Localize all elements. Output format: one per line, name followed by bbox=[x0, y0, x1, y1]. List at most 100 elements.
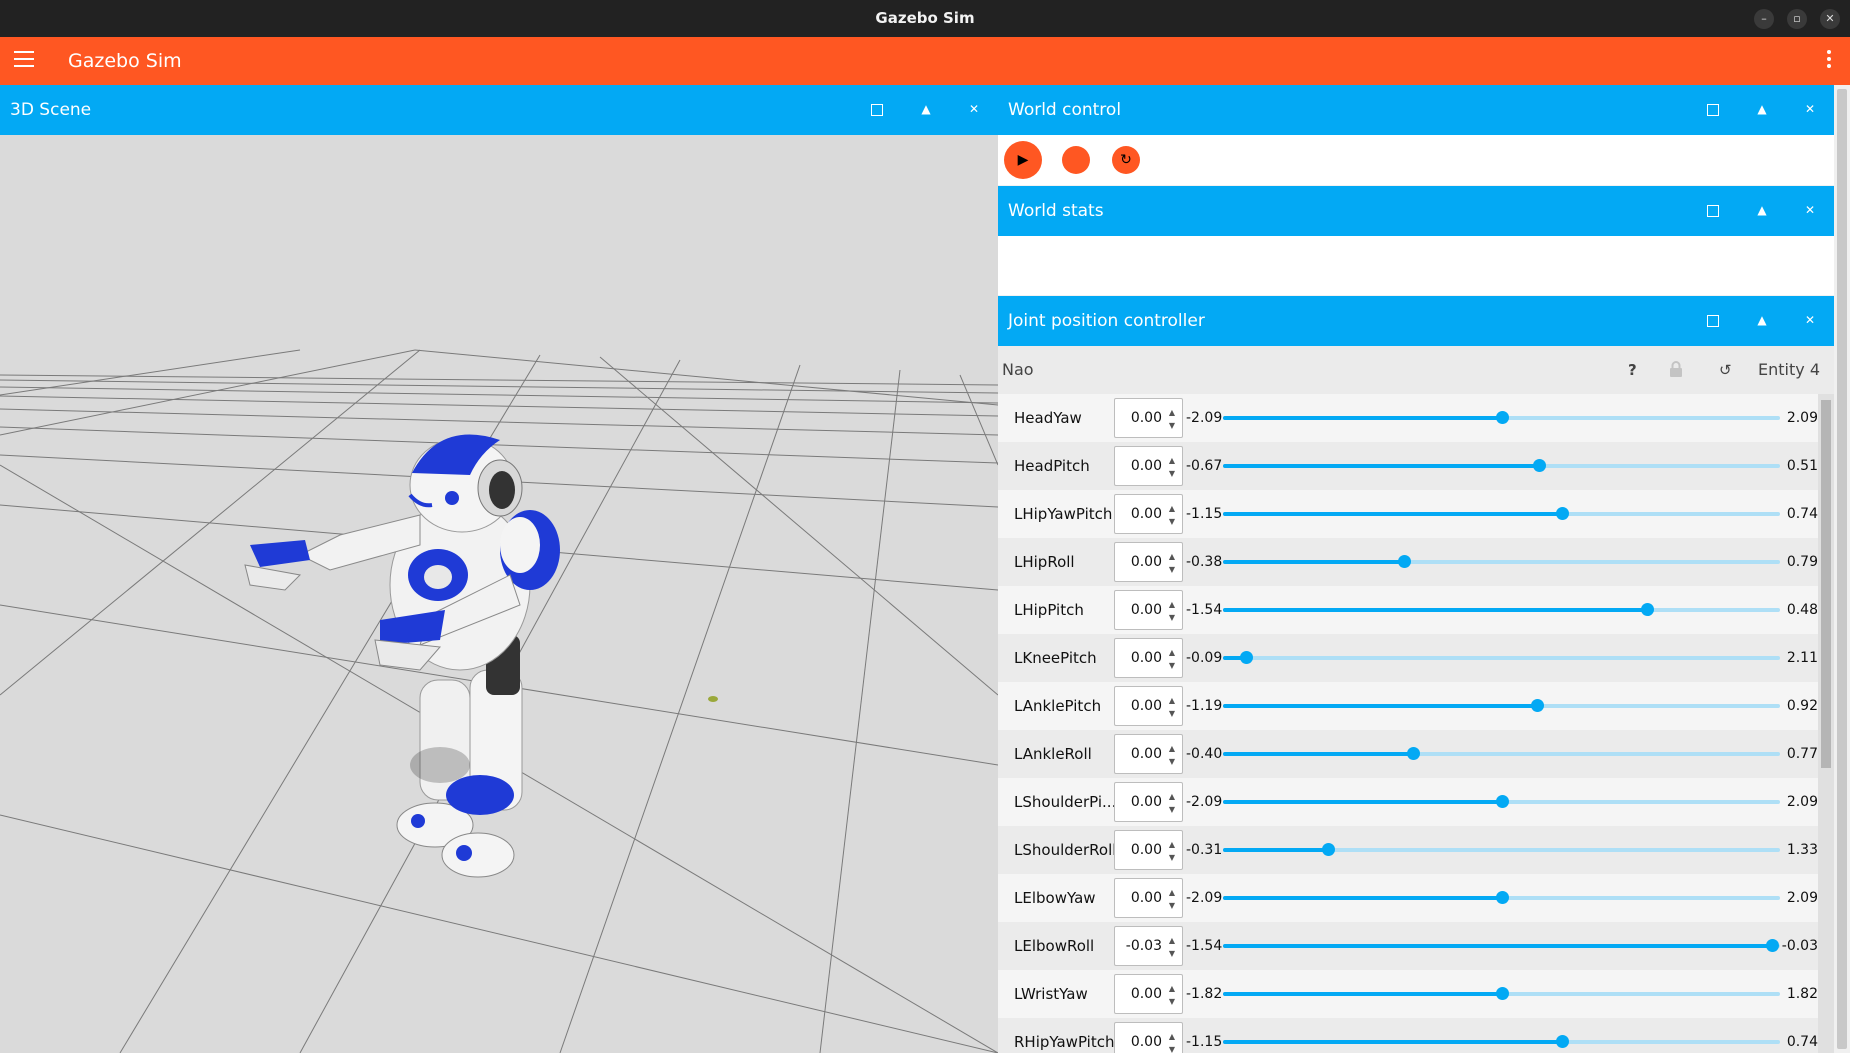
spin-up-icon[interactable]: ▲ bbox=[1167, 840, 1177, 849]
joint-slider-handle[interactable] bbox=[1495, 987, 1509, 1000]
close-icon[interactable]: ✕ bbox=[1801, 201, 1819, 219]
collapse-icon[interactable]: ▲ bbox=[1753, 100, 1771, 118]
joint-value-spinbox[interactable]: 0.00 ▲ ▼ bbox=[1114, 686, 1183, 726]
spin-down-icon[interactable]: ▼ bbox=[1167, 949, 1177, 958]
joint-slider[interactable] bbox=[1223, 939, 1780, 952]
close-icon[interactable]: ✕ bbox=[1801, 311, 1819, 329]
spin-up-icon[interactable]: ▲ bbox=[1167, 600, 1177, 609]
spin-down-icon[interactable]: ▼ bbox=[1167, 757, 1177, 766]
more-vert-icon[interactable] bbox=[1826, 50, 1832, 72]
spin-down-icon[interactable]: ▼ bbox=[1167, 1045, 1177, 1053]
spin-up-icon[interactable]: ▲ bbox=[1167, 792, 1177, 801]
joint-slider-handle[interactable] bbox=[1531, 699, 1545, 712]
spin-up-icon[interactable]: ▲ bbox=[1167, 744, 1177, 753]
close-icon[interactable]: ✕ bbox=[965, 100, 983, 118]
spin-down-icon[interactable]: ▼ bbox=[1167, 469, 1177, 478]
joint-value-spinbox[interactable]: 0.00 ▲ ▼ bbox=[1114, 446, 1183, 486]
joint-value-spinbox[interactable]: 0.00 ▲ ▼ bbox=[1114, 494, 1183, 534]
joint-slider-handle[interactable] bbox=[1495, 795, 1509, 808]
lock-icon[interactable] bbox=[1668, 360, 1684, 383]
maximize-icon[interactable] bbox=[1707, 315, 1719, 327]
spin-up-icon[interactable]: ▲ bbox=[1167, 456, 1177, 465]
joint-slider-handle[interactable] bbox=[1322, 843, 1336, 856]
joint-slider[interactable] bbox=[1223, 795, 1780, 808]
reset-icon[interactable]: ↺ bbox=[1719, 360, 1732, 380]
joint-slider[interactable] bbox=[1223, 411, 1780, 424]
joint-value-spinbox[interactable]: 0.00 ▲ ▼ bbox=[1114, 590, 1183, 630]
spin-down-icon[interactable]: ▼ bbox=[1167, 565, 1177, 574]
joint-value-spinbox[interactable]: 0.00 ▲ ▼ bbox=[1114, 782, 1183, 822]
joint-slider[interactable] bbox=[1223, 555, 1780, 568]
joint-slider[interactable] bbox=[1223, 459, 1780, 472]
close-icon[interactable]: ✕ bbox=[1801, 100, 1819, 118]
spin-up-icon[interactable]: ▲ bbox=[1167, 984, 1177, 993]
spin-up-icon[interactable]: ▲ bbox=[1167, 648, 1177, 657]
dock-scrollbar-thumb[interactable] bbox=[1837, 89, 1847, 1049]
step-button[interactable] bbox=[1062, 146, 1090, 174]
spin-down-icon[interactable]: ▼ bbox=[1167, 997, 1177, 1006]
spin-up-icon[interactable]: ▲ bbox=[1167, 696, 1177, 705]
joint-value-spinbox[interactable]: 0.00 ▲ ▼ bbox=[1114, 1022, 1183, 1053]
help-icon[interactable]: ? bbox=[1628, 360, 1637, 380]
joint-slider-handle[interactable] bbox=[1555, 1035, 1569, 1048]
spin-down-icon[interactable]: ▼ bbox=[1167, 853, 1177, 862]
maximize-icon[interactable] bbox=[871, 104, 883, 116]
spin-down-icon[interactable]: ▼ bbox=[1167, 805, 1177, 814]
minimize-icon[interactable]: – bbox=[1754, 9, 1774, 29]
joint-slider[interactable] bbox=[1223, 987, 1780, 1000]
restore-icon[interactable]: ▫ bbox=[1787, 9, 1807, 29]
spin-down-icon[interactable]: ▼ bbox=[1167, 421, 1177, 430]
spin-up-icon[interactable]: ▲ bbox=[1167, 504, 1177, 513]
joint-max: 2.09 bbox=[1786, 794, 1818, 810]
joint-slider-handle[interactable] bbox=[1532, 459, 1546, 472]
joint-slider-handle[interactable] bbox=[1641, 603, 1655, 616]
hamburger-icon[interactable] bbox=[14, 51, 34, 69]
spin-down-icon[interactable]: ▼ bbox=[1167, 709, 1177, 718]
joint-list-scrollbar-thumb[interactable] bbox=[1821, 400, 1831, 768]
maximize-icon[interactable] bbox=[1707, 205, 1719, 217]
spin-up-icon[interactable]: ▲ bbox=[1167, 1032, 1177, 1041]
joint-slider[interactable] bbox=[1223, 699, 1780, 712]
joint-slider-handle[interactable] bbox=[1239, 651, 1253, 664]
joint-list-scrollbar[interactable] bbox=[1818, 394, 1834, 1053]
close-window-icon[interactable]: ✕ bbox=[1820, 9, 1840, 29]
joint-value-spinbox[interactable]: 0.00 ▲ ▼ bbox=[1114, 974, 1183, 1014]
joint-value-spinbox[interactable]: 0.00 ▲ ▼ bbox=[1114, 830, 1183, 870]
maximize-icon[interactable] bbox=[1707, 104, 1719, 116]
joint-value-spinbox[interactable]: 0.00 ▲ ▼ bbox=[1114, 398, 1183, 438]
joint-value-spinbox[interactable]: 0.00 ▲ ▼ bbox=[1114, 734, 1183, 774]
spin-down-icon[interactable]: ▼ bbox=[1167, 901, 1177, 910]
spin-up-icon[interactable]: ▲ bbox=[1167, 408, 1177, 417]
joint-slider-handle[interactable] bbox=[1398, 555, 1412, 568]
joint-slider-handle[interactable] bbox=[1495, 411, 1509, 424]
collapse-icon[interactable]: ▲ bbox=[1753, 201, 1771, 219]
joint-slider-handle[interactable] bbox=[1495, 891, 1509, 904]
collapse-icon[interactable]: ▲ bbox=[1753, 311, 1771, 329]
spin-up-icon[interactable]: ▲ bbox=[1167, 552, 1177, 561]
spin-down-icon[interactable]: ▼ bbox=[1167, 517, 1177, 526]
joint-slider-handle[interactable] bbox=[1555, 507, 1569, 520]
scene-viewport[interactable] bbox=[0, 135, 998, 1053]
collapse-icon[interactable]: ▲ bbox=[917, 100, 935, 118]
joint-slider[interactable] bbox=[1223, 843, 1780, 856]
play-button[interactable]: ▶ bbox=[1004, 141, 1042, 179]
window-titlebar: Gazebo Sim – ▫ ✕ bbox=[0, 0, 1850, 37]
world-control-body: ▶ ↻ bbox=[998, 135, 1834, 185]
spin-down-icon[interactable]: ▼ bbox=[1167, 613, 1177, 622]
joint-value-spinbox[interactable]: 0.00 ▲ ▼ bbox=[1114, 878, 1183, 918]
dock-scrollbar[interactable] bbox=[1834, 85, 1850, 1053]
spin-down-icon[interactable]: ▼ bbox=[1167, 661, 1177, 670]
joint-slider[interactable] bbox=[1223, 891, 1780, 904]
joint-slider[interactable] bbox=[1223, 1035, 1780, 1048]
joint-slider-handle[interactable] bbox=[1407, 747, 1421, 760]
joint-value-spinbox[interactable]: 0.00 ▲ ▼ bbox=[1114, 542, 1183, 582]
joint-value-spinbox[interactable]: 0.00 ▲ ▼ bbox=[1114, 638, 1183, 678]
spin-up-icon[interactable]: ▲ bbox=[1167, 936, 1177, 945]
spin-up-icon[interactable]: ▲ bbox=[1167, 888, 1177, 897]
joint-slider[interactable] bbox=[1223, 747, 1780, 760]
joint-slider[interactable] bbox=[1223, 507, 1780, 520]
reset-button[interactable]: ↻ bbox=[1112, 146, 1140, 174]
joint-value-spinbox[interactable]: -0.03 ▲ ▼ bbox=[1114, 926, 1183, 966]
joint-slider[interactable] bbox=[1223, 603, 1780, 616]
joint-slider[interactable] bbox=[1223, 651, 1780, 664]
